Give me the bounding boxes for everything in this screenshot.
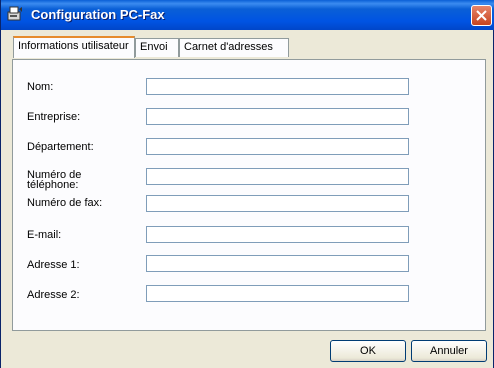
close-button[interactable]: [471, 5, 492, 26]
close-icon: [476, 10, 487, 21]
entreprise-field[interactable]: [146, 108, 409, 125]
tab-envoi[interactable]: Envoi: [135, 38, 179, 57]
adresse2-label: Adresse 2:: [27, 289, 80, 301]
email-label: E-mail:: [27, 229, 62, 241]
pc-fax-config-dialog: Configuration PC-Fax Informations utilis…: [0, 0, 494, 368]
fax-app-icon: [7, 6, 23, 22]
telephone-field[interactable]: [146, 168, 409, 185]
fax-label: Numéro de fax:: [27, 197, 103, 209]
cancel-button[interactable]: Annuler: [411, 340, 487, 362]
ok-button[interactable]: OK: [330, 340, 406, 362]
entreprise-label: Entreprise:: [27, 111, 81, 123]
tab-informations-utilisateur[interactable]: Informations utilisateur: [13, 36, 135, 58]
telephone-label-line2: téléphone:: [27, 179, 79, 191]
fax-field[interactable]: [146, 195, 409, 212]
window-title: Configuration PC-Fax: [31, 7, 165, 22]
nom-field[interactable]: [146, 78, 409, 95]
adresse1-label: Adresse 1:: [27, 259, 80, 271]
nom-label: Nom:: [27, 81, 54, 93]
tab-carnet-adresses[interactable]: Carnet d'adresses: [179, 38, 289, 57]
adresse1-field[interactable]: [146, 255, 409, 272]
departement-field[interactable]: [146, 138, 409, 155]
title-bar[interactable]: Configuration PC-Fax: [1, 0, 494, 30]
adresse2-field[interactable]: [146, 285, 409, 302]
departement-label: Département:: [27, 141, 94, 153]
email-field[interactable]: [146, 226, 409, 243]
